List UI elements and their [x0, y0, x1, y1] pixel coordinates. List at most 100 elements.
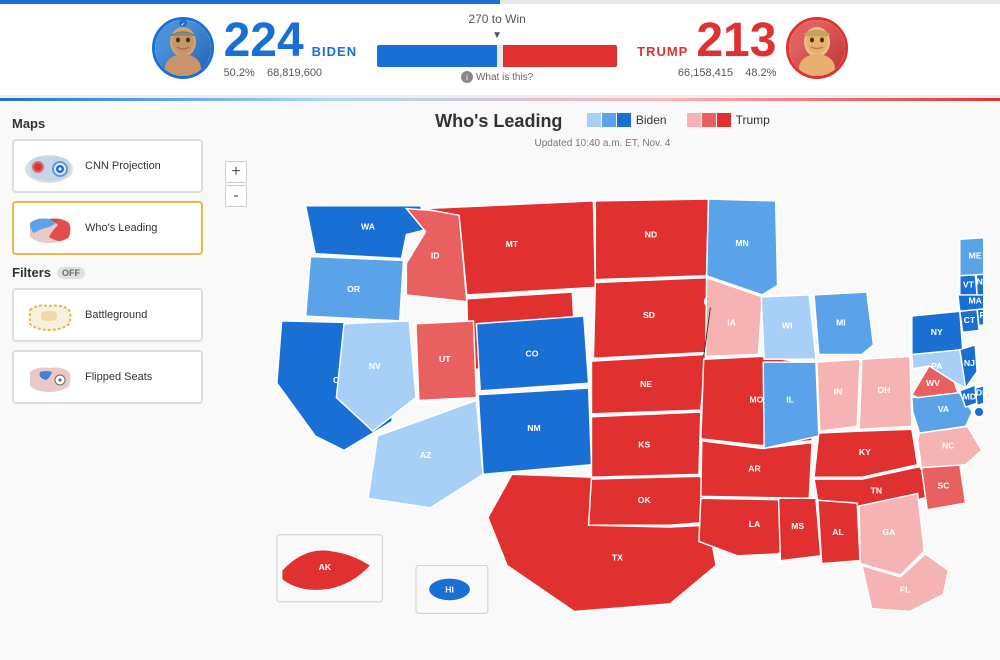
state-ND[interactable] [595, 199, 708, 280]
state-IL[interactable] [763, 362, 819, 448]
zoom-controls: + - [225, 161, 247, 207]
cnn-projection-thumb [22, 147, 77, 185]
state-MS[interactable] [778, 498, 820, 560]
center-section: 270 to Win ▼ i What is this? [357, 12, 637, 83]
state-DC[interactable] [974, 407, 983, 417]
progress-trump [503, 45, 617, 67]
trump-toss-color [687, 113, 701, 127]
biden-avatar: ✓ [152, 17, 214, 79]
whos-leading-label: Who's Leading [85, 222, 157, 234]
state-SD[interactable] [593, 278, 708, 359]
flipped-seats-thumb [22, 358, 77, 396]
trump-strong-color [717, 113, 731, 127]
flipped-seats-label: Flipped Seats [85, 371, 152, 383]
state-MN[interactable] [706, 199, 777, 295]
cnn-projection-label: CNN Projection [85, 160, 161, 172]
battleground-option[interactable]: Battleground [12, 288, 203, 342]
zoom-in-button[interactable]: + [225, 161, 247, 183]
state-VT[interactable] [959, 274, 976, 295]
biden-stats: 50.2% 68,819,600 [224, 67, 358, 79]
what-is-this-text: What is this? [476, 72, 533, 83]
trump-legend-colors [687, 113, 731, 127]
state-OK[interactable] [588, 476, 706, 525]
trump-ev: 213 [696, 17, 776, 65]
state-CT[interactable] [959, 309, 978, 332]
us-map: WA OR CA ID MT WY NV UT CO [223, 153, 983, 623]
trump-avatar [786, 17, 848, 79]
filters-section: Filters OFF Battleground [12, 265, 203, 404]
what-is-this[interactable]: i What is this? [461, 71, 533, 83]
state-WI[interactable] [761, 295, 816, 359]
state-ME[interactable] [959, 237, 982, 275]
zoom-out-button[interactable]: - [225, 185, 247, 207]
sidebar: Maps CNN Projection [0, 101, 215, 631]
state-OH[interactable] [859, 356, 912, 429]
biden-name: BIDEN [312, 44, 357, 59]
biden-strong-color [617, 113, 631, 127]
win-arrow: ▼ [492, 30, 502, 41]
win-label: 270 to Win [468, 12, 525, 26]
map-updated: Updated 10:40 a.m. ET, Nov. 4 [215, 138, 990, 149]
info-icon: i [461, 71, 473, 83]
header: ✓ 224 BIDEN 50.2% 68,819,600 270 to Win … [0, 0, 1000, 98]
progress-bar [377, 45, 617, 67]
biden-ev: 224 [224, 17, 304, 65]
filters-title-text: Filters [12, 265, 51, 280]
state-GA[interactable] [859, 494, 924, 576]
win-line: 270 to Win ▼ [468, 12, 525, 41]
state-AK[interactable] [281, 550, 370, 591]
biden-avatar-image: ✓ [155, 20, 211, 76]
state-SC[interactable] [921, 465, 965, 510]
biden-legend-colors [587, 113, 631, 127]
filters-badge: OFF [57, 267, 85, 279]
whos-leading-thumb [22, 209, 77, 247]
state-KS[interactable] [591, 412, 700, 477]
trump-section: 213 TRUMP 66,158,415 48.2% [637, 17, 848, 79]
flipped-seats-option[interactable]: Flipped Seats [12, 350, 203, 404]
trump-avatar-image [789, 20, 845, 76]
biden-legend-label: Biden [636, 113, 667, 127]
trump-name: TRUMP [637, 44, 688, 59]
main-content: Maps CNN Projection [0, 101, 1000, 631]
cnn-projection-option[interactable]: CNN Projection [12, 139, 203, 193]
state-NY[interactable] [911, 311, 962, 354]
map-header: Who's Leading Biden Trum [215, 111, 990, 132]
biden-section: ✓ 224 BIDEN 50.2% 68,819,600 [152, 17, 358, 79]
trump-pct: 48.2% [745, 67, 776, 79]
state-HI[interactable] [428, 578, 470, 601]
header-top-bar [0, 0, 1000, 4]
legend: Biden Trump [587, 113, 770, 127]
state-IN[interactable] [816, 359, 859, 431]
trump-votes: 66,158,415 [678, 67, 733, 79]
trump-info: 213 TRUMP 66,158,415 48.2% [637, 17, 776, 79]
map-area: Who's Leading Biden Trum [215, 101, 1000, 631]
battleground-thumb [22, 296, 77, 334]
state-DE[interactable] [975, 385, 983, 405]
filters-title: Filters OFF [12, 265, 203, 280]
state-OR[interactable] [305, 257, 403, 321]
whos-leading-option[interactable]: Who's Leading [12, 201, 203, 255]
state-NE[interactable] [591, 354, 705, 413]
maps-title: Maps [12, 116, 203, 131]
trump-lean-color [702, 113, 716, 127]
svg-text:✓: ✓ [180, 22, 184, 28]
map-title: Who's Leading [435, 111, 562, 131]
biden-info: 224 BIDEN 50.2% 68,819,600 [224, 17, 358, 79]
state-MI[interactable] [814, 292, 873, 354]
battleground-label: Battleground [85, 309, 147, 321]
progress-biden [377, 45, 497, 67]
state-WA[interactable] [305, 206, 425, 259]
biden-legend: Biden [587, 113, 667, 127]
biden-pct: 50.2% [224, 67, 255, 79]
trump-legend: Trump [687, 113, 770, 127]
biden-votes: 68,819,600 [267, 67, 322, 79]
state-NM[interactable] [478, 388, 591, 474]
biden-lean-color [602, 113, 616, 127]
biden-toss-color [587, 113, 601, 127]
trump-stats: 66,158,415 48.2% [637, 67, 776, 79]
state-AL[interactable] [817, 500, 859, 563]
state-UT[interactable] [415, 321, 475, 401]
trump-legend-label: Trump [736, 113, 770, 127]
state-AR[interactable] [700, 441, 811, 499]
state-CO[interactable] [476, 316, 588, 391]
